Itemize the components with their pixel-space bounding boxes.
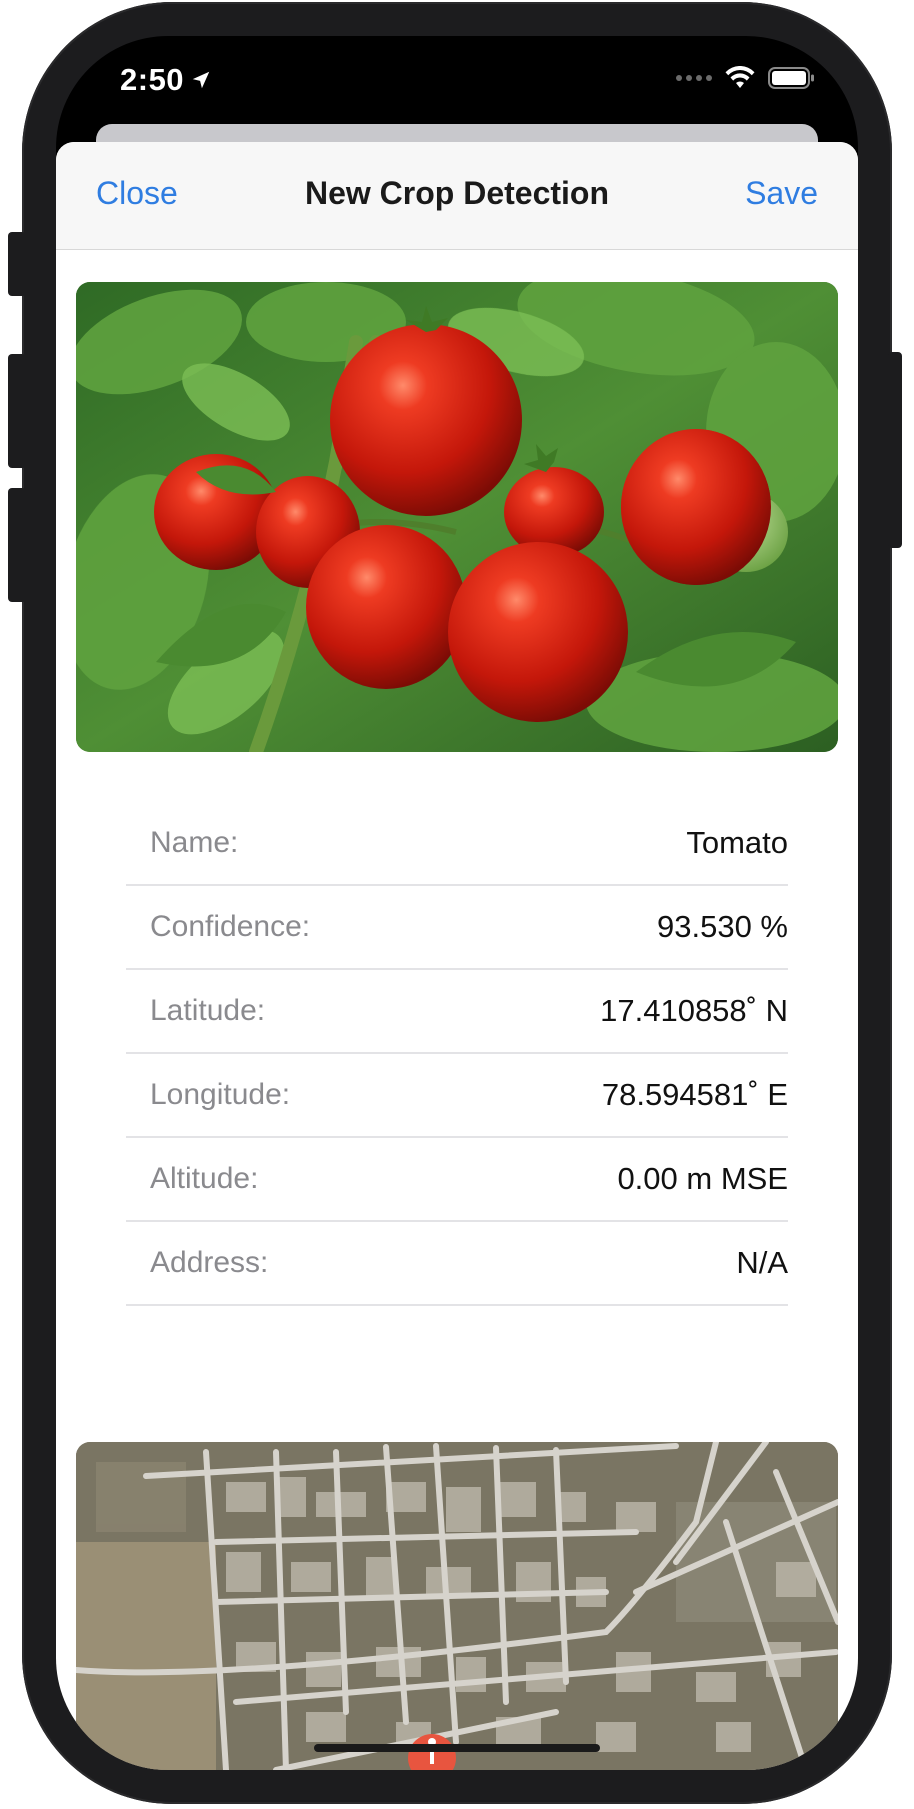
status-icons — [676, 66, 816, 90]
detection-details: Name: Tomato Confidence: 93.530 % Latitu… — [126, 802, 788, 1306]
detail-row-address: Address: N/A — [126, 1222, 788, 1306]
detail-label: Confidence: — [150, 910, 311, 943]
modal-sheet: Close New Crop Detection Save Name: Toma… — [56, 142, 858, 1770]
device-mockup: 2:50 Close New Crop Detection Save Name:… — [0, 0, 914, 1809]
detail-value: Tomato — [686, 825, 788, 860]
status-time-text: 2:50 — [120, 62, 185, 97]
detail-row-name: Name: Tomato — [126, 802, 788, 886]
satellite-map[interactable] — [76, 1442, 838, 1770]
status-time: 2:50 — [120, 62, 212, 98]
detail-value: 78.594581˚ E — [601, 1077, 788, 1112]
navigation-bar: Close New Crop Detection Save — [56, 142, 858, 250]
detail-value: 17.410858˚ N — [600, 993, 788, 1028]
volume-up-button — [8, 354, 26, 468]
volume-down-button — [8, 488, 26, 602]
detail-label: Latitude: — [150, 994, 266, 1027]
battery-icon — [768, 67, 814, 89]
detail-value: 0.00 m MSE — [617, 1161, 788, 1196]
notch — [256, 36, 658, 96]
detail-value: 93.530 % — [657, 909, 788, 944]
wifi-icon — [725, 66, 755, 88]
detail-row-latitude: Latitude: 17.410858˚ N — [126, 970, 788, 1054]
detail-label: Name: — [150, 826, 239, 859]
detail-label: Address: — [150, 1246, 269, 1279]
signal-dots-icon — [676, 75, 712, 81]
detail-row-confidence: Confidence: 93.530 % — [126, 886, 788, 970]
crop-photo — [76, 282, 838, 752]
detail-row-altitude: Altitude: 0.00 m MSE — [126, 1138, 788, 1222]
detail-label: Longitude: — [150, 1078, 291, 1111]
save-button[interactable]: Save — [745, 175, 818, 212]
satellite-map-image — [76, 1442, 838, 1770]
detail-row-longitude: Longitude: 78.594581˚ E — [126, 1054, 788, 1138]
tomato-plant-image — [76, 282, 838, 752]
power-button — [888, 352, 902, 548]
home-indicator[interactable] — [314, 1744, 600, 1752]
mute-switch — [8, 232, 26, 296]
page-title: New Crop Detection — [304, 175, 610, 211]
detail-value: N/A — [736, 1245, 788, 1280]
location-arrow-icon — [192, 71, 210, 89]
detail-label: Altitude: — [150, 1162, 259, 1195]
screen: 2:50 Close New Crop Detection Save Name:… — [56, 36, 858, 1770]
